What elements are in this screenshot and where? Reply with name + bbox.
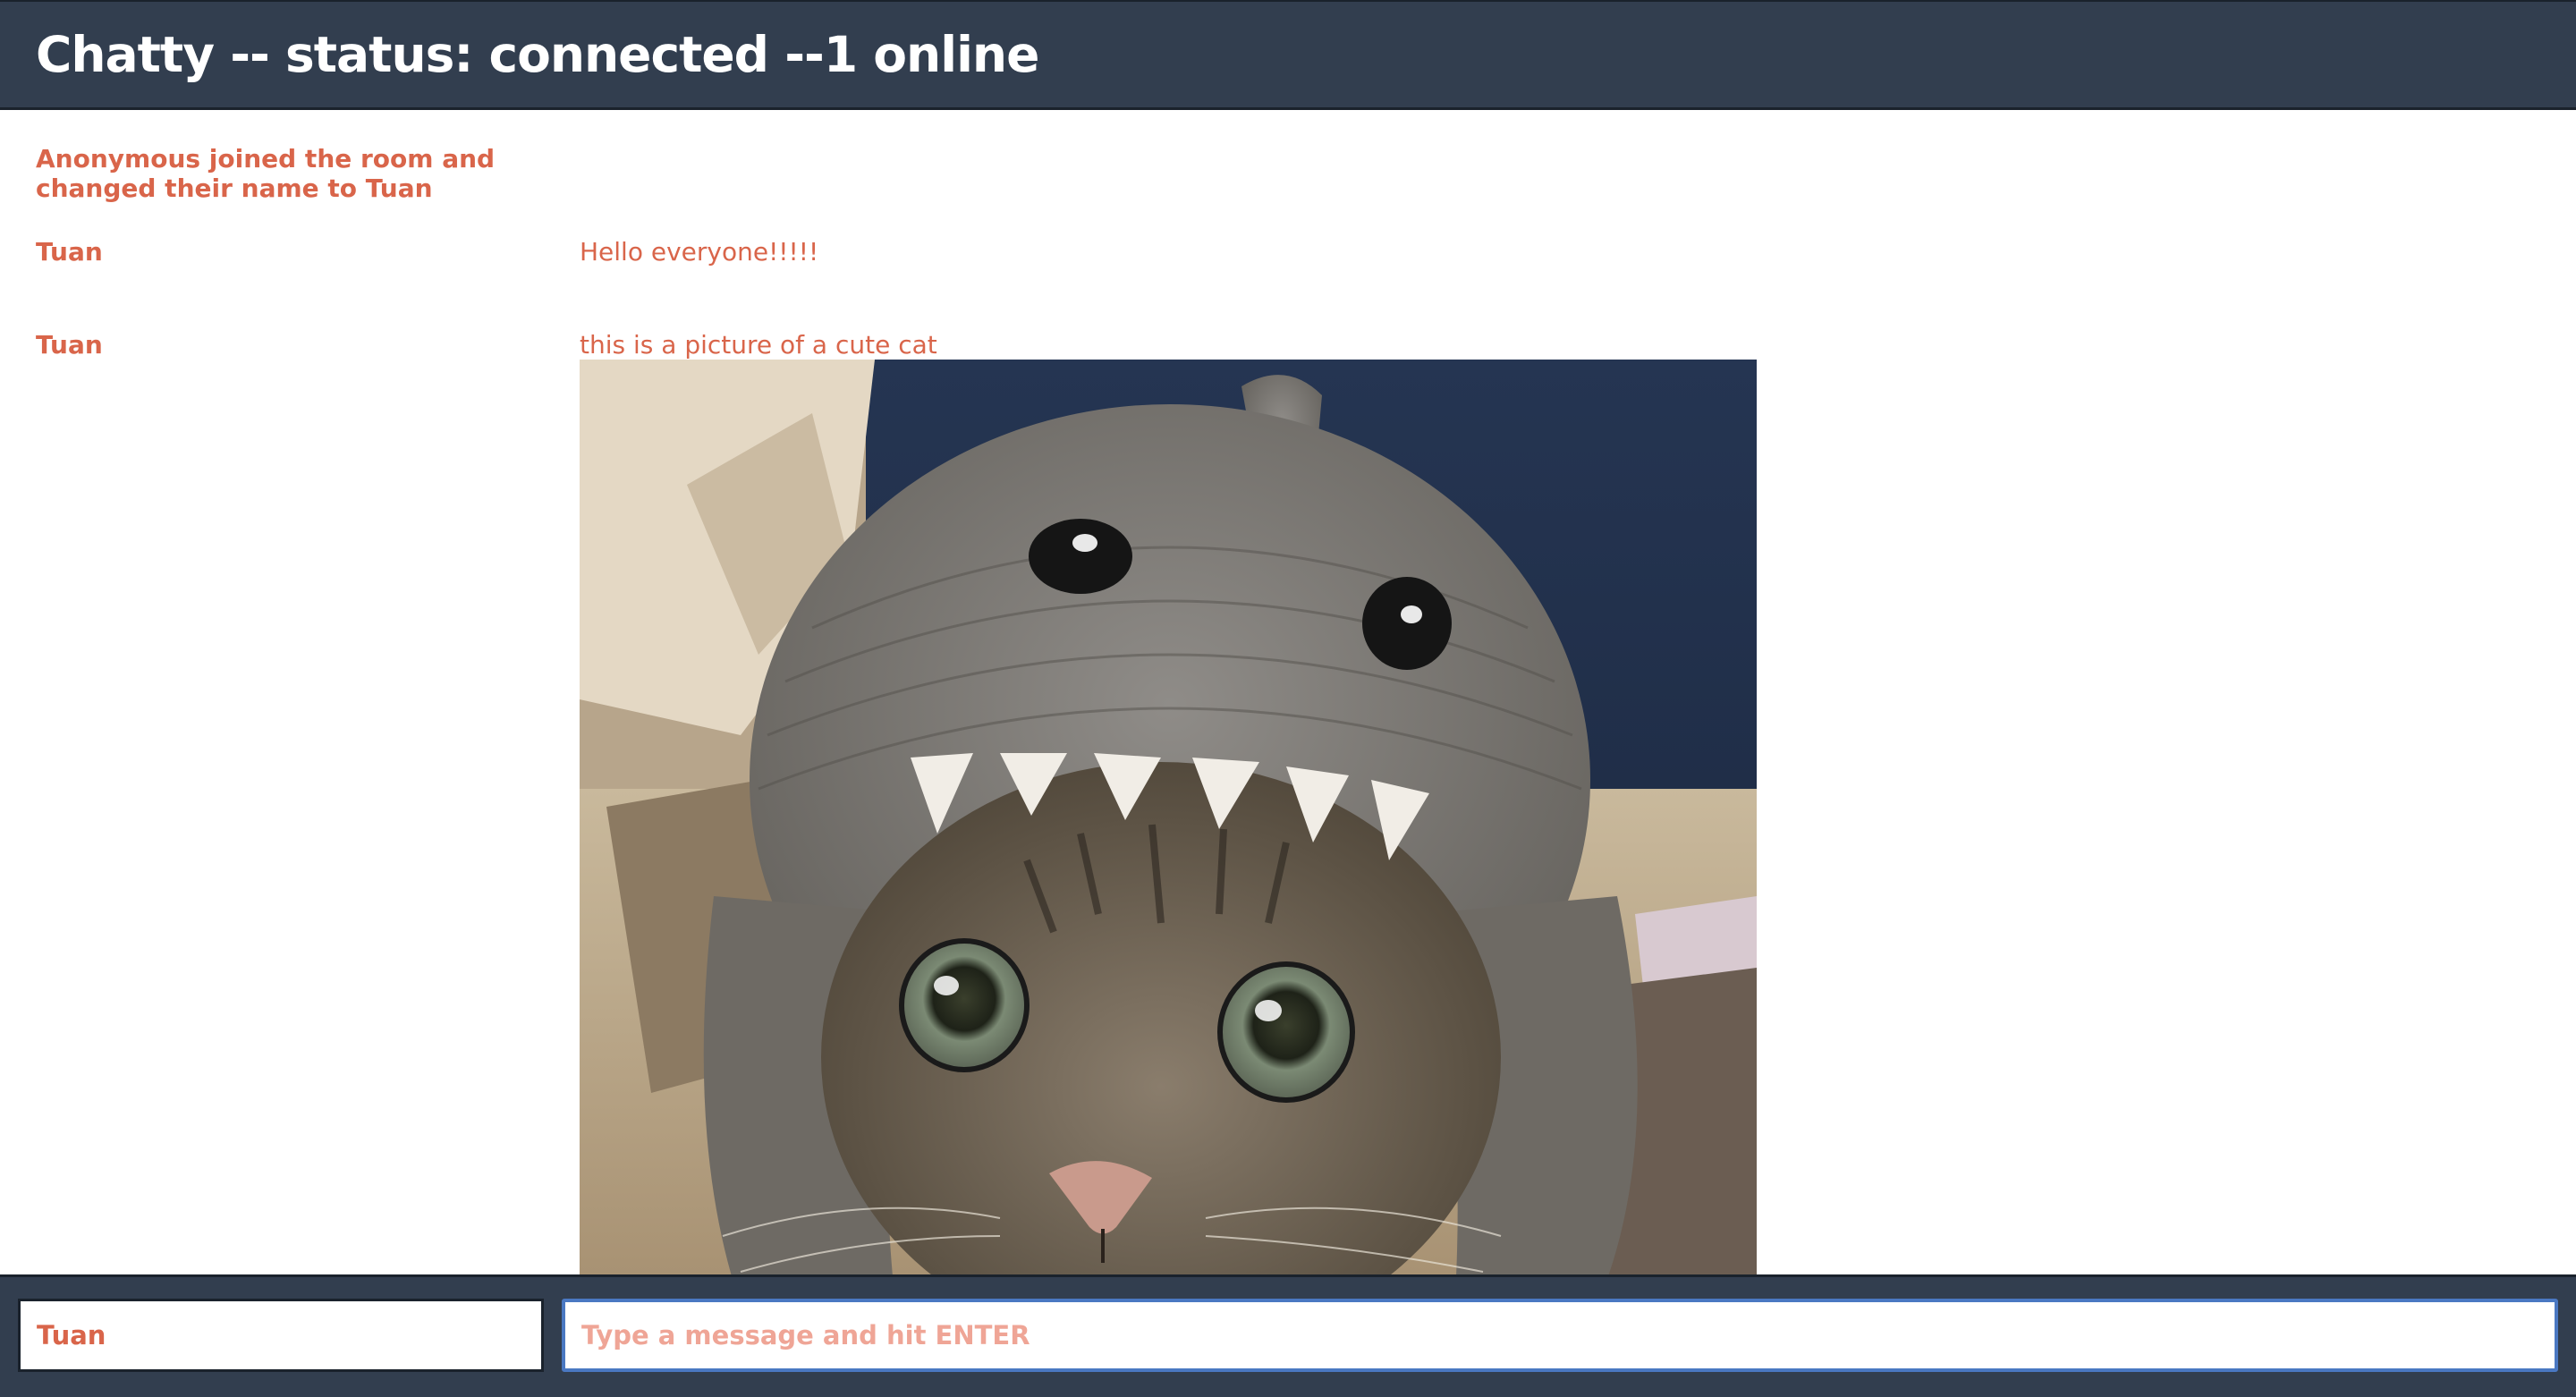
message-input[interactable]	[562, 1299, 2558, 1372]
username-input[interactable]	[18, 1299, 544, 1372]
chat-bar	[0, 1274, 2576, 1397]
message-content: Hello everyone!!!!!	[580, 237, 819, 267]
message-username: Tuan	[36, 330, 103, 360]
cat-photo	[580, 360, 1757, 1274]
navbar: Chatty -- status: connected --1 online	[0, 0, 2576, 110]
message-content: this is a picture of a cute cat	[580, 330, 937, 360]
message-list[interactable]: Anonymous joined the room and changed th…	[0, 110, 2576, 1274]
message-username: Tuan	[36, 237, 103, 267]
app-title: Chatty -- status: connected --1 online	[36, 26, 1039, 83]
system-notification: Anonymous joined the room and changed th…	[36, 144, 496, 203]
